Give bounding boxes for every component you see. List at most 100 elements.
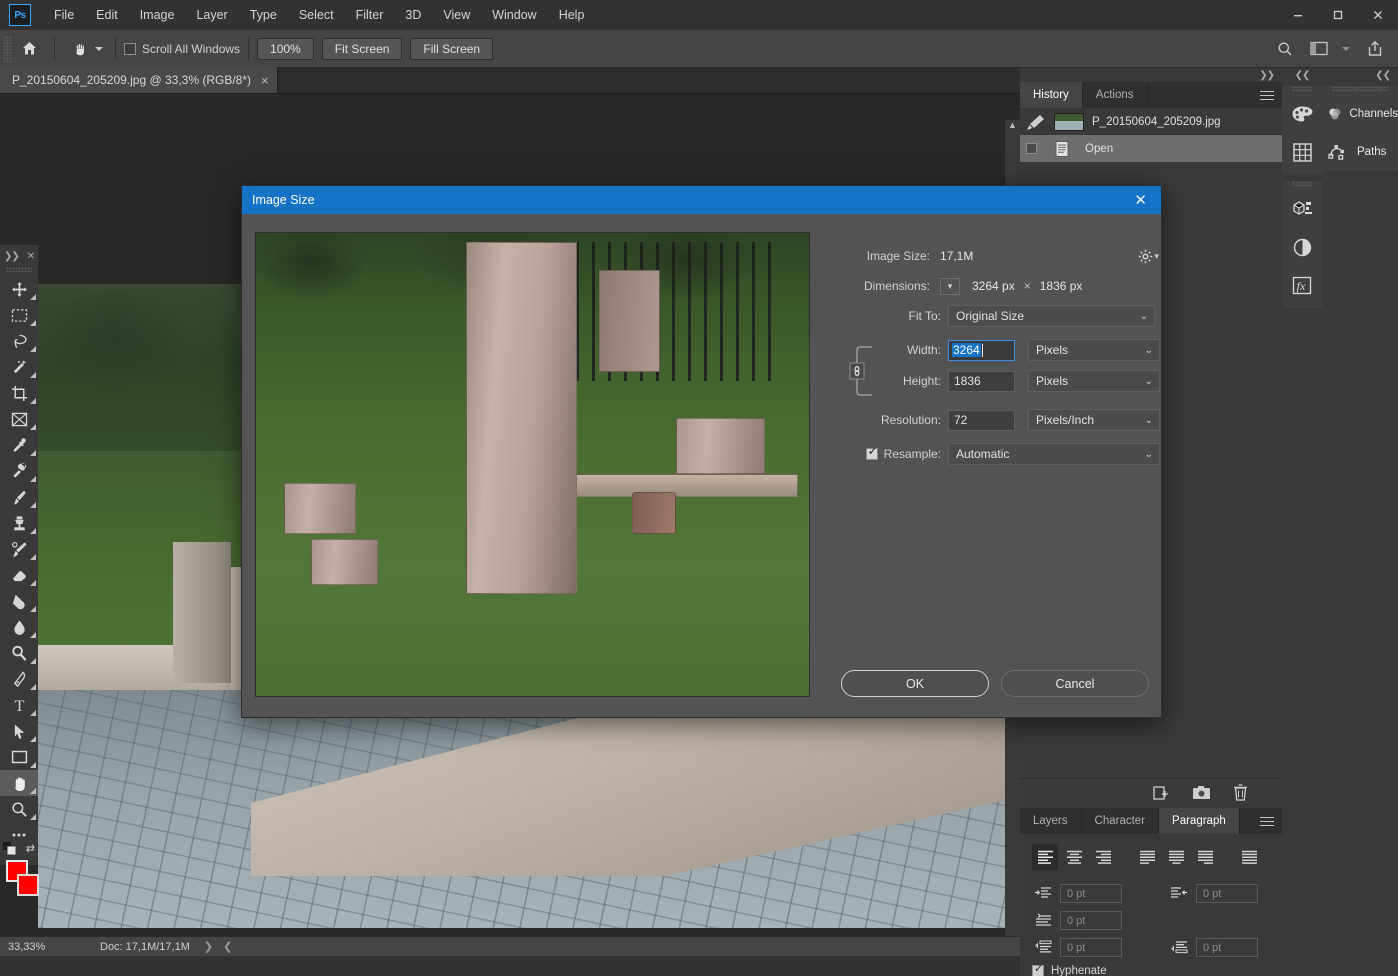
align-right-icon[interactable]	[1090, 844, 1116, 870]
menu-layer[interactable]: Layer	[185, 0, 238, 30]
maximize-icon[interactable]	[1318, 0, 1358, 30]
space-before-paragraph-field[interactable]: 0 pt	[1060, 938, 1122, 957]
collapse-panels-icon[interactable]: ❯❯	[1259, 70, 1275, 81]
camera-snapshot-icon[interactable]	[1192, 785, 1211, 800]
width-unit-select[interactable]: Pixels ⌄	[1028, 339, 1160, 361]
chevron-down-icon[interactable]	[95, 46, 103, 51]
brush-tool[interactable]	[0, 484, 38, 510]
menu-help[interactable]: Help	[548, 0, 596, 30]
eraser-tool[interactable]	[0, 562, 38, 588]
crop-tool[interactable]	[0, 380, 38, 406]
indent-first-line-field[interactable]: 0 pt	[1060, 911, 1122, 930]
gradient-tool[interactable]	[0, 588, 38, 614]
move-tool[interactable]	[0, 276, 38, 302]
path-selection-tool[interactable]	[0, 718, 38, 744]
menu-edit[interactable]: Edit	[85, 0, 129, 30]
close-icon[interactable]: ×	[261, 74, 269, 87]
justify-last-center-icon[interactable]	[1163, 844, 1189, 870]
status-collapse-arrow-icon[interactable]: ❮	[223, 940, 232, 953]
healing-brush-tool[interactable]	[0, 458, 38, 484]
hand-tool[interactable]	[0, 770, 38, 796]
scroll-all-windows-checkbox[interactable]: Scroll All Windows	[124, 42, 240, 56]
rectangle-tool[interactable]	[0, 744, 38, 770]
background-color-swatch[interactable]	[17, 874, 39, 896]
align-center-icon[interactable]	[1061, 844, 1087, 870]
tool-preset-picker[interactable]	[67, 33, 107, 65]
home-icon[interactable]	[12, 33, 46, 65]
chevron-down-icon[interactable]	[1342, 46, 1350, 51]
gear-icon[interactable]	[1138, 249, 1153, 264]
hyphenate-checkbox[interactable]: Hyphenate	[1032, 962, 1270, 976]
height-input[interactable]: 1836	[948, 370, 1015, 392]
space-after-paragraph-field[interactable]: 0 pt	[1196, 938, 1258, 957]
indent-left-margin-field[interactable]: 0 pt	[1060, 884, 1122, 903]
ok-button[interactable]: OK	[841, 670, 989, 697]
layer-styles-fx-icon[interactable]: fx	[1282, 266, 1322, 304]
named-grip[interactable]	[1332, 86, 1388, 91]
history-state-row[interactable]: Open	[1020, 135, 1282, 162]
panel-channels[interactable]: Channels	[1322, 95, 1398, 133]
blur-tool[interactable]	[0, 614, 38, 640]
cancel-button[interactable]: Cancel	[1001, 670, 1149, 697]
resolution-unit-select[interactable]: Pixels/Inch ⌄	[1028, 409, 1160, 431]
panel-menu-icon[interactable]	[1260, 814, 1274, 829]
panel-menu-icon[interactable]	[1260, 88, 1274, 103]
workspace-icon[interactable]	[1302, 33, 1336, 65]
dialog-title-bar[interactable]: Image Size ✕	[242, 186, 1161, 214]
fit-to-select[interactable]: Original Size ⌄	[948, 305, 1155, 327]
frame-tool[interactable]	[0, 406, 38, 432]
swap-colors-icon[interactable]: ⇄	[26, 842, 35, 855]
rectangular-marquee-tool[interactable]	[0, 302, 38, 328]
default-colors-icon[interactable]	[3, 842, 16, 855]
expand-panels-icon[interactable]: ❮❮	[1295, 70, 1311, 81]
panel-paths[interactable]: Paths	[1322, 133, 1398, 171]
collapse-named-panels-icon[interactable]: ❮❮	[1375, 70, 1391, 81]
tools-panel-grip[interactable]	[6, 267, 32, 272]
height-unit-select[interactable]: Pixels ⌄	[1028, 370, 1160, 392]
minimize-icon[interactable]	[1278, 0, 1318, 30]
resample-checkbox[interactable]: ✓ Resample:	[842, 444, 941, 461]
image-preview[interactable]	[255, 232, 810, 697]
color-palette-icon[interactable]	[1282, 95, 1322, 133]
justify-last-right-icon[interactable]	[1192, 844, 1218, 870]
magic-wand-tool[interactable]	[0, 354, 38, 380]
rail-grip[interactable]	[1292, 86, 1312, 91]
properties-3d-icon[interactable]	[1282, 190, 1322, 228]
fit-screen-button[interactable]: Fit Screen	[321, 37, 403, 60]
document-tab[interactable]: P_20150604_205209.jpg @ 33,3% (RGB/8*) ×	[0, 67, 278, 93]
resolution-input[interactable]: 72	[948, 409, 1015, 431]
menu-filter[interactable]: Filter	[345, 0, 395, 30]
align-left-icon[interactable]	[1032, 844, 1058, 870]
trash-icon[interactable]	[1233, 784, 1248, 801]
options-bar-grip[interactable]	[3, 35, 12, 62]
share-icon[interactable]	[1358, 33, 1392, 65]
tab-layers[interactable]: Layers	[1020, 808, 1082, 834]
search-icon[interactable]	[1268, 33, 1302, 65]
menu-type[interactable]: Type	[239, 0, 288, 30]
rail-grip[interactable]	[1292, 181, 1312, 186]
zoom-100-button[interactable]: 100%	[257, 37, 314, 60]
menu-select[interactable]: Select	[288, 0, 345, 30]
dimensions-chevron-button[interactable]: ▾	[940, 277, 960, 295]
justify-last-left-icon[interactable]	[1134, 844, 1160, 870]
tab-paragraph[interactable]: Paragraph	[1159, 808, 1240, 834]
pen-tool[interactable]	[0, 666, 38, 692]
adjustments-icon[interactable]	[1282, 228, 1322, 266]
zoom-tool[interactable]	[0, 796, 38, 822]
menu-file[interactable]: File	[43, 0, 85, 30]
status-zoom-level[interactable]: 33,33%	[0, 941, 70, 953]
new-document-icon[interactable]	[1152, 785, 1170, 801]
status-expand-arrow-icon[interactable]: ❯	[204, 940, 213, 953]
resample-select[interactable]: Automatic ⌄	[948, 443, 1160, 465]
close-icon[interactable]: ✕	[1130, 193, 1151, 208]
width-input[interactable]: 3264	[948, 339, 1015, 361]
swatches-grid-icon[interactable]	[1282, 133, 1322, 171]
history-brush-tool[interactable]	[0, 536, 38, 562]
menu-window[interactable]: Window	[481, 0, 547, 30]
close-icon[interactable]: ✕	[27, 251, 35, 262]
history-state-checkbox[interactable]	[1026, 143, 1037, 154]
tab-history[interactable]: History	[1020, 82, 1083, 108]
clone-stamp-tool[interactable]	[0, 510, 38, 536]
menu-3d[interactable]: 3D	[394, 0, 432, 30]
fill-screen-button[interactable]: Fill Screen	[410, 37, 494, 60]
